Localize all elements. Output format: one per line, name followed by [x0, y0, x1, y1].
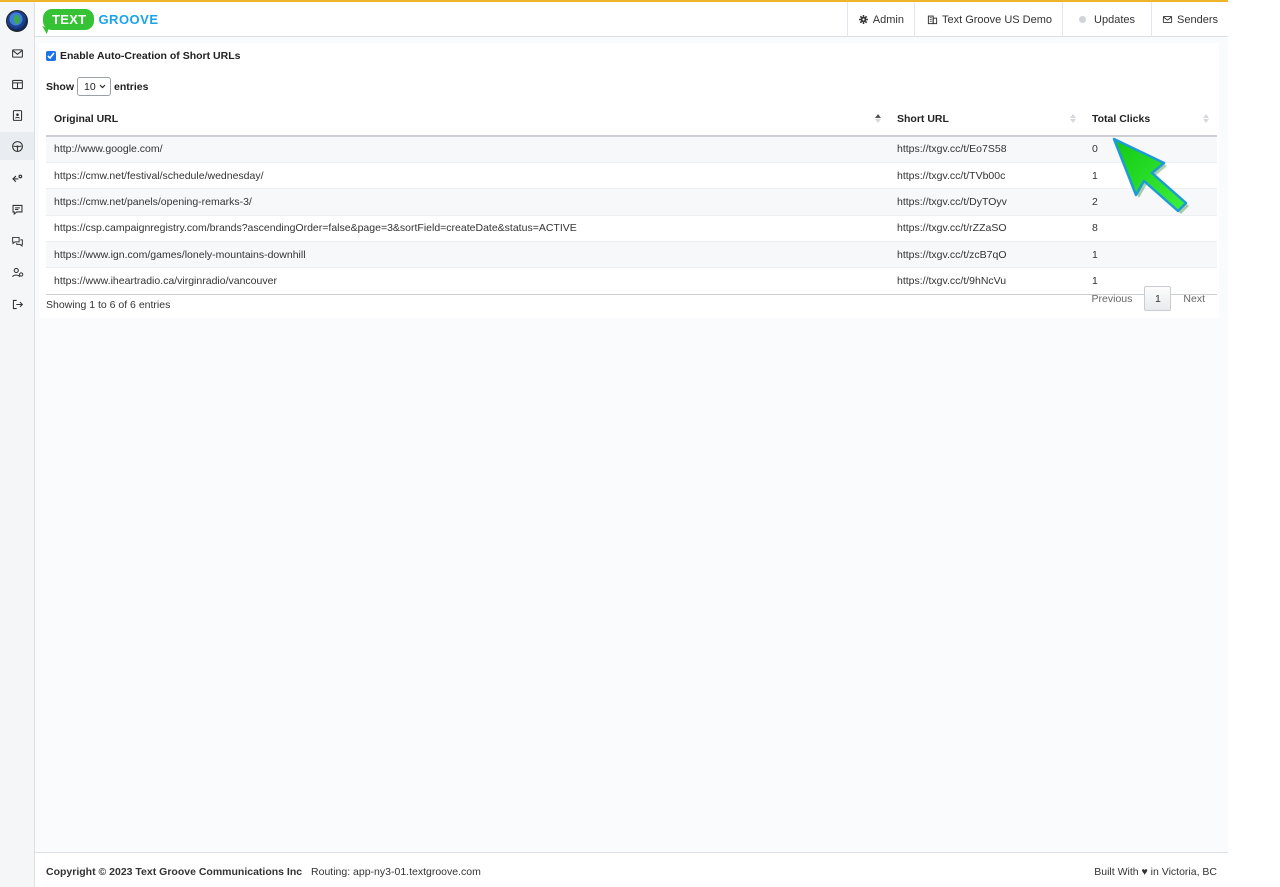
globe-logo-icon[interactable] [6, 10, 28, 32]
chevron-down-icon [99, 84, 106, 89]
auto-create-checkbox[interactable] [46, 51, 56, 61]
sort-icon [1203, 114, 1209, 123]
brand-pill: TEXT [43, 8, 95, 30]
sidebar [0, 2, 35, 887]
chat-icon [11, 236, 23, 247]
sidebar-item-logout[interactable] [0, 290, 34, 318]
envelope-icon [11, 48, 23, 58]
link-share-icon [11, 174, 22, 182]
building-icon [927, 15, 938, 25]
sort-ascending-icon [875, 114, 881, 123]
table-row[interactable]: https://www.ign.com/games/lonely-mountai… [46, 241, 1217, 269]
entries-select[interactable]: 10 [77, 77, 111, 96]
auto-create-setting[interactable]: Enable Auto-Creation of Short URLs [46, 50, 240, 62]
sidebar-item-inbox[interactable] [0, 39, 34, 67]
message-icon [12, 204, 22, 215]
routing-text: Routing: app-ny3-01.textgroove.com [311, 866, 481, 878]
total-clicks-cell: 1 [1084, 241, 1217, 269]
column-header-short-url[interactable]: Short URL [889, 103, 1084, 137]
short-url-cell: https://txgv.cc/t/zcB7qO [889, 241, 1084, 269]
original-url-cell: https://cmw.net/festival/schedule/wednes… [46, 162, 889, 190]
table-row[interactable]: https://cmw.net/festival/schedule/wednes… [46, 162, 1217, 190]
column-label: Original URL [54, 113, 119, 125]
brand-logo[interactable]: TEXT GROOVE [43, 7, 159, 31]
table-row[interactable]: https://cmw.net/panels/opening-remarks-3… [46, 188, 1217, 216]
account-label: Text Groove US Demo [941, 13, 1053, 26]
account-menu[interactable]: Text Groove US Demo [913, 2, 1062, 37]
table-header-row: Original URL Short URL Total Clicks [46, 103, 1217, 137]
green-arrow-pointer-icon [1112, 137, 1189, 214]
column-header-total-clicks[interactable]: Total Clicks [1084, 103, 1217, 137]
updates-label: Updates [1094, 13, 1136, 26]
senders-menu[interactable]: Senders [1151, 2, 1228, 37]
original-url-cell: http://www.google.com/ [46, 136, 889, 163]
copyright-text: Copyright © 2023 Text Groove Communicati… [46, 866, 303, 878]
logout-icon [12, 299, 23, 309]
column-label: Total Clicks [1092, 113, 1151, 125]
sidebar-item-users[interactable] [0, 258, 34, 286]
entries-length-menu: Show 10 entries [46, 77, 148, 96]
updates-menu[interactable]: Updates [1062, 2, 1151, 37]
admin-label: Admin [872, 13, 904, 26]
short-url-cell: https://txgv.cc/t/DyTOyv [889, 188, 1084, 216]
pagination: Previous 1 Next [1082, 286, 1215, 311]
table-row[interactable]: https://www.iheartradio.ca/virginradio/v… [46, 267, 1217, 295]
footer-left: Copyright © 2023 Text Groove Communicati… [46, 866, 481, 878]
contact-card-icon [12, 109, 22, 121]
gear-icon [858, 15, 868, 24]
sidebar-item-campaigns[interactable] [0, 132, 34, 160]
sort-icon [1070, 114, 1076, 123]
sidebar-item-conversations[interactable] [0, 227, 34, 255]
total-clicks-cell: 8 [1084, 215, 1217, 243]
entries-label: entries [114, 80, 149, 93]
sidebar-item-dashboard[interactable] [0, 70, 34, 98]
short-url-cell: https://txgv.cc/t/Eo7S58 [889, 136, 1084, 163]
senders-label: Senders [1177, 13, 1218, 26]
original-url-cell: https://www.ign.com/games/lonely-mountai… [46, 241, 889, 269]
column-header-original-url[interactable]: Original URL [46, 103, 889, 137]
show-label: Show [46, 80, 74, 93]
sidebar-item-messages[interactable] [0, 195, 34, 223]
short-url-cell: https://txgv.cc/t/rZZaSO [889, 215, 1084, 243]
footer: Copyright © 2023 Text Groove Communicati… [35, 852, 1228, 887]
short-url-cell: https://txgv.cc/t/TVb00c [889, 162, 1084, 190]
short-url-cell: https://txgv.cc/t/9hNcVu [889, 267, 1084, 295]
auto-create-label: Enable Auto-Creation of Short URLs [60, 50, 241, 62]
table-row[interactable]: http://www.google.com/ https://txgv.cc/t… [46, 136, 1217, 163]
sidebar-item-contacts[interactable] [0, 101, 34, 129]
app-window: TEXT GROOVE Admin Text Groove US Demo Up… [0, 0, 1228, 887]
steering-icon [11, 140, 23, 152]
next-page-button[interactable]: Next [1173, 287, 1215, 311]
previous-page-button[interactable]: Previous [1082, 287, 1143, 311]
original-url-cell: https://csp.campaignregistry.com/brands?… [46, 215, 889, 243]
original-url-cell: https://cmw.net/panels/opening-remarks-3… [46, 188, 889, 216]
built-with-text: Built With ♥ in Victoria, BC [1094, 866, 1217, 878]
page-button-current[interactable]: 1 [1144, 286, 1172, 311]
admin-menu[interactable]: Admin [846, 2, 914, 37]
sidebar-item-short-urls[interactable] [0, 164, 34, 192]
short-urls-table: Original URL Short URL Total Clicks http… [46, 103, 1217, 295]
short-urls-panel: Enable Auto-Creation of Short URLs Show … [39, 43, 1219, 318]
envelope-icon [1162, 15, 1173, 24]
table-info: Showing 1 to 6 of 6 entries [46, 299, 171, 311]
table-row[interactable]: https://csp.campaignregistry.com/brands?… [46, 215, 1217, 243]
column-label: Short URL [897, 113, 949, 125]
columns-icon [11, 79, 23, 89]
user-settings-icon [11, 267, 23, 277]
brand-word: GROOVE [98, 11, 159, 27]
main-content: Enable Auto-Creation of Short URLs Show … [35, 37, 1228, 851]
original-url-cell: https://www.iheartradio.ca/virginradio/v… [46, 267, 889, 295]
header-nav: Admin Text Groove US Demo Updates Sender… [846, 2, 1228, 37]
top-header: TEXT GROOVE Admin Text Groove US Demo Up… [35, 2, 1228, 37]
status-dot-icon [1079, 16, 1087, 23]
entries-select-value: 10 [84, 80, 96, 93]
